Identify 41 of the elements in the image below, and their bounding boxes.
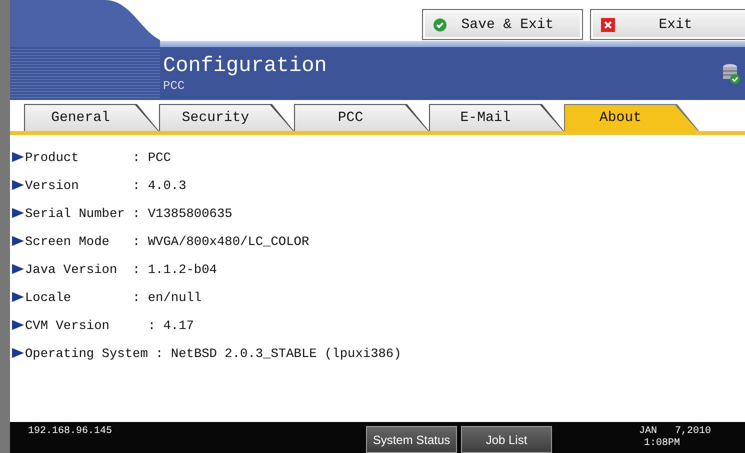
info-value: : WVGA/800x480/LC_COLOR	[132, 234, 310, 248]
bullet-icon	[12, 291, 24, 303]
info-value: : 4.0.3	[132, 178, 186, 192]
server-check-icon	[721, 62, 741, 84]
tab[interactable]: Security	[159, 104, 294, 131]
status-button[interactable]: System Status	[366, 426, 457, 453]
info-value: : V1385800635	[132, 206, 232, 220]
info-label: Java Version	[25, 262, 118, 276]
tab[interactable]: About	[564, 104, 699, 131]
screen-subtitle: PCC	[163, 78, 186, 92]
info-label: Operating System	[25, 346, 149, 360]
save-exit-button[interactable]: Save & Exit	[422, 9, 583, 40]
info-value: : en/null	[132, 290, 202, 304]
date-text: JAN 7,2010	[638, 426, 711, 438]
status-button[interactable]: Job List	[461, 426, 552, 453]
info-label: Product	[25, 150, 80, 164]
info-label: Screen Mode	[25, 234, 110, 248]
check-icon	[433, 18, 447, 32]
info-label: Locale	[25, 290, 72, 304]
info-label: Serial Number	[25, 206, 126, 220]
ip-address: 192.168.96.145	[27, 425, 114, 439]
info-value: : PCC	[132, 150, 171, 164]
tab[interactable]: General	[24, 104, 159, 131]
info-label: Version	[25, 178, 80, 192]
close-icon	[601, 18, 615, 32]
bullet-icon	[12, 151, 24, 163]
info-label: CVM Version	[25, 318, 110, 332]
bullet-icon	[12, 207, 24, 219]
bullet-icon	[12, 347, 24, 359]
bullet-icon	[12, 179, 24, 191]
exit-button[interactable]: Exit	[590, 9, 745, 40]
bullet-icon	[12, 263, 24, 275]
tab[interactable]: PCC	[294, 104, 429, 131]
info-value: : NetBSD 2.0.3_STABLE (lpuxi386)	[156, 346, 402, 360]
tab[interactable]: E-Mail	[429, 104, 564, 131]
info-value: : 1.1.2-b04	[132, 262, 217, 276]
time-text: 1:08PM	[642, 438, 681, 450]
info-value: : 4.17	[146, 318, 194, 332]
bullet-icon	[12, 319, 24, 331]
bullet-icon	[12, 235, 24, 247]
screen-title: Configuration	[163, 54, 328, 78]
